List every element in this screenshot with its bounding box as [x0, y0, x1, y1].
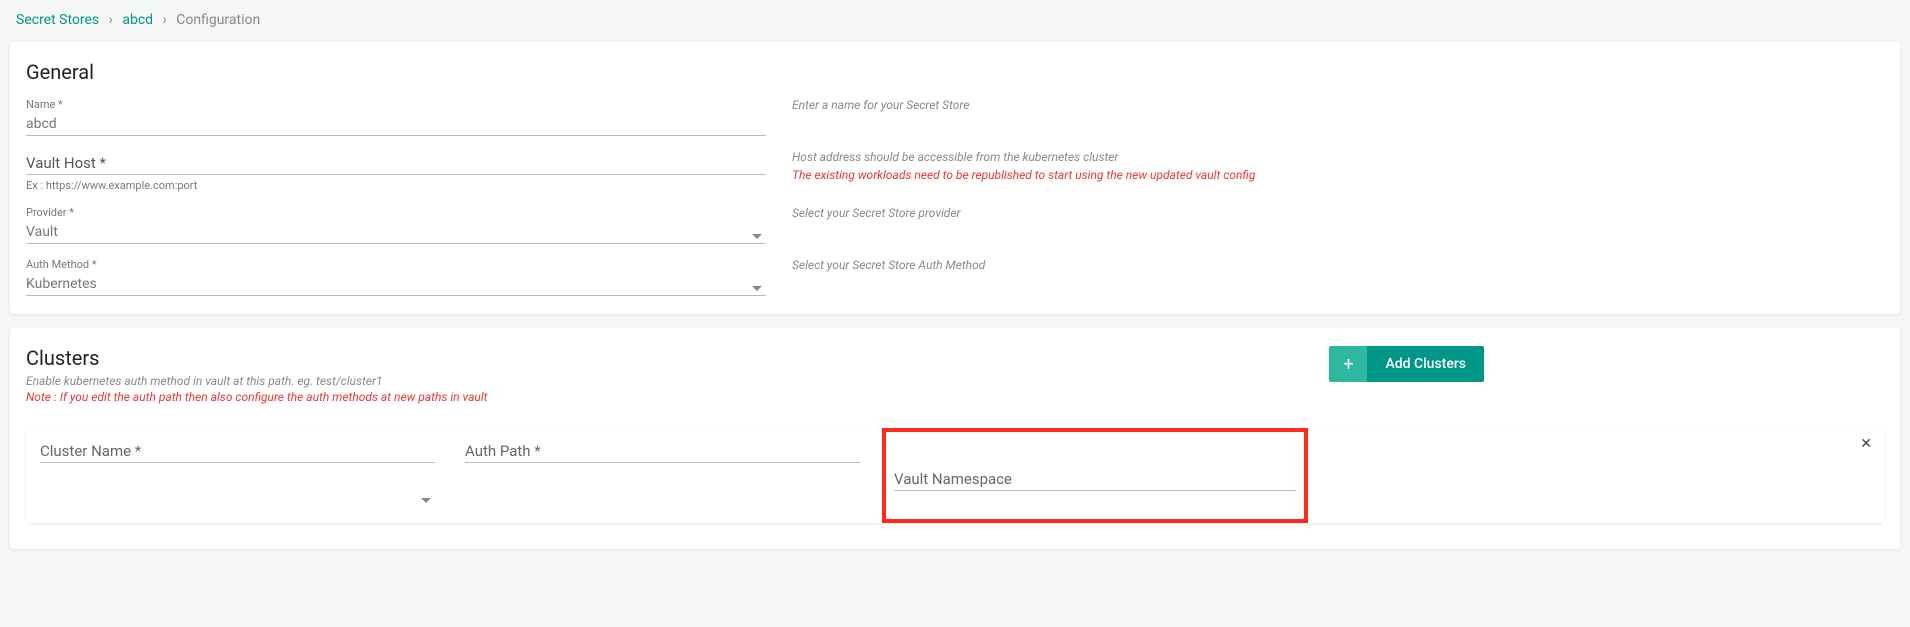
- clusters-subtitle: Enable kubernetes auth method in vault a…: [26, 374, 488, 388]
- auth-path-input[interactable]: Auth Path *: [465, 442, 860, 509]
- auth-method-select[interactable]: Kubernetes: [26, 271, 766, 296]
- name-help: Enter a name for your Secret Store: [766, 98, 1884, 112]
- cluster-name-select[interactable]: Cluster Name *: [40, 442, 435, 509]
- vault-host-hint: Ex : https://www.example.com:port: [26, 179, 766, 192]
- auth-method-help: Select your Secret Store Auth Method: [766, 258, 1884, 272]
- provider-select[interactable]: Vault: [26, 219, 766, 244]
- clusters-note: Note : If you edit the auth path then al…: [26, 390, 488, 404]
- add-clusters-label: Add Clusters: [1367, 346, 1484, 382]
- chevron-down-icon: [752, 286, 762, 291]
- name-input[interactable]: abcd: [26, 111, 766, 136]
- provider-value: Vault: [26, 219, 766, 241]
- provider-help: Select your Secret Store provider: [766, 206, 1884, 220]
- auth-method-value: Kubernetes: [26, 271, 766, 293]
- vault-namespace-highlight: Vault Namespace: [882, 428, 1308, 523]
- breadcrumb-current: Configuration: [176, 12, 260, 28]
- auth-method-label: Auth Method *: [26, 258, 766, 271]
- breadcrumb-item[interactable]: abcd: [122, 12, 153, 28]
- name-label: Name *: [26, 98, 766, 111]
- cluster-name-label: Cluster Name *: [40, 442, 435, 462]
- chevron-down-icon: [752, 234, 762, 239]
- general-title: General: [26, 60, 1884, 84]
- name-value: abcd: [26, 111, 766, 133]
- chevron-right-icon: ›: [109, 12, 113, 28]
- vault-host-warning: The existing workloads need to be republ…: [792, 168, 1884, 182]
- auth-path-label: Auth Path *: [465, 442, 860, 462]
- plus-icon: +: [1329, 346, 1367, 382]
- chevron-right-icon: ›: [163, 12, 167, 28]
- chevron-down-icon: [421, 498, 431, 503]
- provider-label: Provider *: [26, 206, 766, 219]
- vault-namespace-input[interactable]: Vault Namespace: [894, 446, 1296, 491]
- add-clusters-button[interactable]: + Add Clusters: [1329, 346, 1484, 382]
- clusters-card: Clusters Enable kubernetes auth method i…: [10, 328, 1900, 549]
- breadcrumb: Secret Stores › abcd › Configuration: [10, 10, 1900, 42]
- general-card: General Name * abcd Enter a name for you…: [10, 42, 1900, 314]
- close-icon[interactable]: ✕: [1860, 436, 1872, 452]
- vault-host-input[interactable]: Vault Host *: [26, 150, 766, 175]
- vault-host-help: Host address should be accessible from t…: [792, 150, 1118, 164]
- vault-namespace-label: Vault Namespace: [894, 470, 1296, 490]
- vault-host-label: Vault Host *: [26, 150, 766, 172]
- clusters-title: Clusters: [26, 346, 488, 370]
- cluster-row: ✕ Cluster Name * Auth Path * Vault Names…: [26, 426, 1884, 523]
- breadcrumb-root[interactable]: Secret Stores: [16, 12, 99, 28]
